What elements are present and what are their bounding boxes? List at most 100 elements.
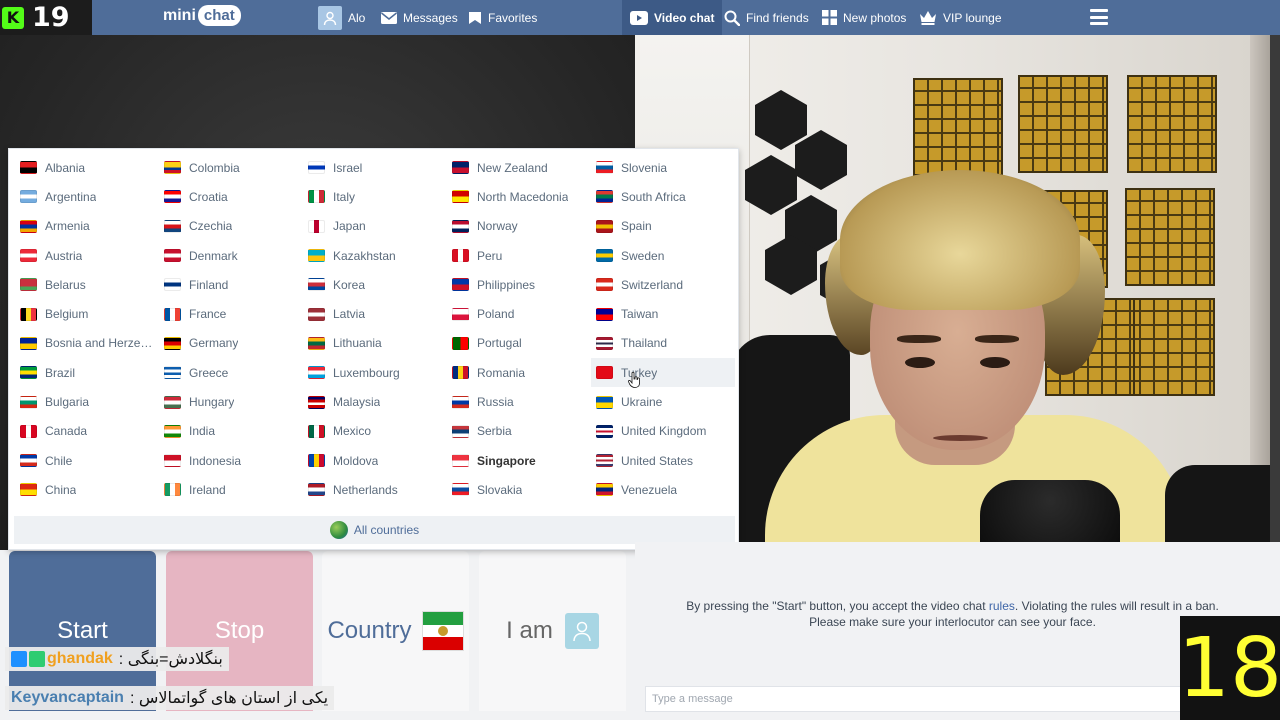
- country-option[interactable]: Ireland: [159, 475, 303, 504]
- country-option[interactable]: Belgium: [15, 299, 159, 328]
- country-option[interactable]: Malaysia: [303, 387, 447, 416]
- message-input[interactable]: Type a message: [645, 686, 1185, 712]
- nav-video-chat[interactable]: Video chat: [622, 0, 723, 35]
- crown-icon: [919, 10, 937, 25]
- rules-link[interactable]: rules: [989, 599, 1015, 613]
- country-flag-icon: [452, 219, 469, 233]
- country-option[interactable]: Sweden: [591, 241, 735, 270]
- country-name: China: [45, 482, 77, 497]
- country-option[interactable]: Turkey: [591, 358, 735, 388]
- country-option[interactable]: Netherlands: [303, 475, 447, 504]
- country-option[interactable]: Italy: [303, 182, 447, 211]
- country-option[interactable]: Denmark: [159, 241, 303, 270]
- country-flag-icon: [452, 249, 469, 263]
- nav-video-chat-label: Video chat: [654, 10, 715, 25]
- country-option[interactable]: Mexico: [303, 417, 447, 446]
- country-option[interactable]: Latvia: [303, 299, 447, 328]
- country-option[interactable]: South Africa: [591, 182, 735, 211]
- country-flag-icon: [452, 336, 469, 350]
- country-option[interactable]: Brazil: [15, 358, 159, 387]
- country-option[interactable]: Serbia: [447, 417, 591, 446]
- country-option[interactable]: Austria: [15, 241, 159, 270]
- country-flag-icon: [452, 424, 469, 438]
- country-option[interactable]: Finland: [159, 270, 303, 299]
- country-option[interactable]: Poland: [447, 299, 591, 328]
- country-option[interactable]: Czechia: [159, 212, 303, 241]
- minichat-logo[interactable]: mini chat: [163, 5, 241, 26]
- nav-messages[interactable]: Messages: [381, 0, 458, 35]
- gender-selector-button[interactable]: I am: [479, 551, 626, 711]
- country-name: Philippines: [477, 277, 536, 292]
- country-option[interactable]: Russia: [447, 387, 591, 416]
- country-option[interactable]: Slovenia: [591, 153, 735, 182]
- country-option[interactable]: Romania: [447, 358, 591, 387]
- country-option[interactable]: Argentina: [15, 182, 159, 211]
- country-name: Belarus: [45, 277, 86, 292]
- notice-suffix: . Violating the rules will result in a b…: [1014, 599, 1219, 613]
- country-option[interactable]: Singapore: [447, 446, 591, 475]
- nav-find-friends[interactable]: Find friends: [724, 0, 809, 35]
- country-option[interactable]: Taiwan: [591, 299, 735, 328]
- country-option[interactable]: Luxembourg: [303, 358, 447, 387]
- country-option[interactable]: Moldova: [303, 446, 447, 475]
- kick-logo-icon: K: [2, 6, 24, 29]
- country-name: Slovenia: [621, 160, 668, 175]
- country-option[interactable]: Peru: [447, 241, 591, 270]
- country-flag-icon: [164, 249, 181, 263]
- country-option[interactable]: Portugal: [447, 329, 591, 358]
- country-option[interactable]: Venezuela: [591, 475, 735, 504]
- country-option[interactable]: United Kingdom: [591, 417, 735, 446]
- country-flag-icon: [164, 454, 181, 468]
- all-countries-button[interactable]: All countries: [14, 516, 735, 544]
- country-option[interactable]: Belarus: [15, 270, 159, 299]
- country-option[interactable]: Switzerland: [591, 270, 735, 299]
- nav-favorites[interactable]: Favorites: [468, 0, 537, 35]
- chat-username: Keyvancaptain: [11, 689, 124, 706]
- country-option[interactable]: Israel: [303, 153, 447, 182]
- country-option[interactable]: Kazakhstan: [303, 241, 447, 270]
- nav-new-photos[interactable]: New photos: [822, 0, 906, 35]
- message-input-placeholder: Type a message: [652, 693, 733, 705]
- country-option[interactable]: Bulgaria: [15, 387, 159, 416]
- country-option[interactable]: North Macedonia: [447, 182, 591, 211]
- country-option[interactable]: Hungary: [159, 387, 303, 416]
- country-option[interactable]: Armenia: [15, 212, 159, 241]
- country-name: Israel: [333, 160, 363, 175]
- nav-vip-lounge[interactable]: VIP lounge: [919, 0, 1002, 35]
- country-option[interactable]: Bosnia and Herzeg...: [15, 329, 159, 358]
- country-option[interactable]: Japan: [303, 212, 447, 241]
- country-option[interactable]: France: [159, 299, 303, 328]
- country-option[interactable]: Thailand: [591, 329, 735, 358]
- country-option[interactable]: India: [159, 417, 303, 446]
- country-option[interactable]: Croatia: [159, 182, 303, 211]
- country-option[interactable]: Albania: [15, 153, 159, 182]
- country-option[interactable]: Colombia: [159, 153, 303, 182]
- country-option[interactable]: Germany: [159, 329, 303, 358]
- country-flag-icon: [164, 336, 181, 350]
- age-overlay-text: 18: [1177, 620, 1280, 716]
- country-list: Albania Argentina Armenia Austria Belarus Bel…: [9, 153, 740, 505]
- country-option[interactable]: Slovakia: [447, 475, 591, 504]
- nav-alo[interactable]: Alo: [318, 0, 365, 35]
- country-option[interactable]: United States: [591, 446, 735, 475]
- country-option[interactable]: Lithuania: [303, 329, 447, 358]
- country-flag-icon: [452, 454, 469, 468]
- hamburger-menu-icon[interactable]: [1090, 9, 1108, 25]
- country-option[interactable]: Indonesia: [159, 446, 303, 475]
- country-option[interactable]: New Zealand: [447, 153, 591, 182]
- country-option[interactable]: Spain: [591, 212, 735, 241]
- nav-alo-label: Alo: [348, 10, 366, 25]
- country-name: Chile: [45, 453, 73, 468]
- country-option[interactable]: Chile: [15, 446, 159, 475]
- country-option[interactable]: Canada: [15, 417, 159, 446]
- country-option[interactable]: Ukraine: [591, 387, 735, 416]
- country-option[interactable]: Norway: [447, 212, 591, 241]
- country-flag-icon: [308, 395, 325, 409]
- country-option[interactable]: China: [15, 475, 159, 504]
- country-option[interactable]: Philippines: [447, 270, 591, 299]
- country-flag-icon: [20, 219, 37, 233]
- country-selector-button[interactable]: Country: [322, 551, 469, 711]
- envelope-icon: [381, 11, 397, 24]
- country-option[interactable]: Greece: [159, 358, 303, 387]
- country-option[interactable]: Korea: [303, 270, 447, 299]
